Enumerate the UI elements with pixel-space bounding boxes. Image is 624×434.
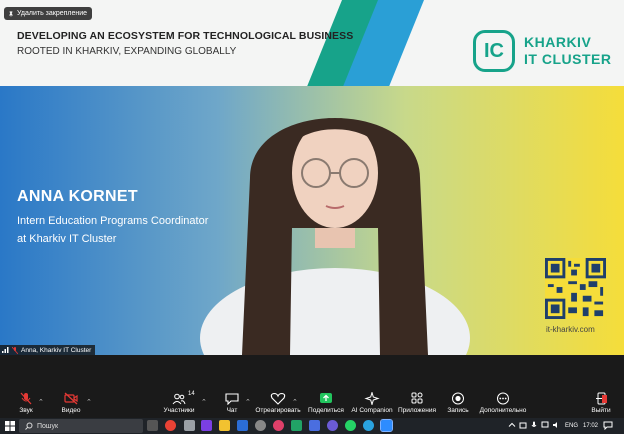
speaker-role-line1: Intern Education Programs Coordinator bbox=[17, 215, 209, 227]
muted-mic-icon bbox=[12, 346, 18, 354]
share-label: Поделиться bbox=[308, 407, 344, 414]
unpin-label: Удалить закрепление bbox=[17, 10, 88, 17]
teams-icon[interactable] bbox=[309, 420, 320, 431]
leave-icon bbox=[596, 392, 607, 405]
video-label: Видео bbox=[61, 407, 81, 414]
logo-text-line1: KHARKIV bbox=[524, 34, 592, 50]
participants-icon bbox=[172, 393, 186, 404]
participants-icon-group: 14 bbox=[166, 391, 195, 405]
viber-icon[interactable] bbox=[327, 420, 338, 431]
file-explorer-icon[interactable] bbox=[219, 420, 230, 431]
chevron-up-icon[interactable] bbox=[508, 421, 516, 429]
signal-icon bbox=[2, 347, 9, 353]
network-icon[interactable] bbox=[541, 421, 549, 429]
whatsapp-icon[interactable] bbox=[345, 420, 356, 431]
chat-icon bbox=[225, 393, 239, 405]
participant-name-tag: Anna, Kharkiv IT Cluster bbox=[0, 345, 96, 355]
more-icon bbox=[497, 392, 509, 405]
language-indicator[interactable]: ENG bbox=[565, 423, 578, 429]
chat-options-caret[interactable]: ⌃ bbox=[245, 398, 251, 406]
excel-icon[interactable] bbox=[291, 420, 302, 431]
ai-companion-label: AI Companion bbox=[351, 407, 393, 414]
video-feed: DEVELOPING AN ECOSYSTEM FOR TECHNOLOGICA… bbox=[0, 0, 624, 355]
app-icon[interactable] bbox=[273, 420, 284, 431]
react-options-caret[interactable]: ⌃ bbox=[292, 398, 298, 406]
muted-mic-icon bbox=[20, 392, 32, 405]
zoom-icon[interactable] bbox=[380, 419, 393, 432]
react-label: Отреагировать bbox=[255, 407, 301, 414]
volume-icon[interactable] bbox=[552, 421, 560, 429]
search-icon bbox=[25, 422, 33, 430]
word-icon[interactable] bbox=[237, 420, 248, 431]
leave-label: Выйти bbox=[591, 407, 611, 414]
logo-text-line2: IT CLUSTER bbox=[524, 51, 612, 67]
pin-icon bbox=[8, 10, 14, 17]
video-off-icon bbox=[64, 392, 78, 405]
qr-code bbox=[545, 258, 606, 319]
banner: DEVELOPING AN ECOSYSTEM FOR TECHNOLOGICA… bbox=[0, 0, 624, 86]
record-label: Запись bbox=[447, 407, 469, 414]
taskbar-search[interactable]: Пошук bbox=[19, 419, 143, 433]
zoom-meeting-window: DEVELOPING AN ECOSYSTEM FOR TECHNOLOGICA… bbox=[0, 0, 624, 434]
video-button[interactable]: Видео bbox=[59, 392, 83, 418]
banner-subtitle: ROOTED IN KHARKIV, EXPANDING GLOBALLY bbox=[17, 46, 237, 57]
kharkiv-it-cluster-logo: IC bbox=[473, 30, 515, 72]
participants-options-caret[interactable]: ⌃ bbox=[201, 398, 207, 406]
app-icon[interactable] bbox=[184, 420, 195, 431]
search-placeholder: Пошук bbox=[37, 422, 59, 430]
banner-title: DEVELOPING AN ECOSYSTEM FOR TECHNOLOGICA… bbox=[17, 30, 354, 42]
record-icon bbox=[452, 392, 464, 405]
notifications-icon[interactable] bbox=[603, 421, 613, 430]
task-view-icon[interactable] bbox=[147, 420, 158, 431]
apps-icon bbox=[411, 392, 423, 404]
telegram-icon[interactable] bbox=[363, 420, 374, 431]
onenote-icon[interactable] bbox=[201, 420, 212, 431]
chat-label: Чат bbox=[226, 407, 238, 414]
leave-button[interactable]: Выйти bbox=[591, 392, 611, 418]
mic-icon[interactable] bbox=[530, 421, 538, 429]
share-screen-icon bbox=[320, 393, 332, 403]
camera-icon[interactable] bbox=[519, 421, 527, 429]
heart-icon bbox=[270, 392, 286, 405]
speaker-video bbox=[200, 118, 470, 355]
video-options-caret[interactable]: ⌃ bbox=[86, 398, 92, 406]
audio-label: Звук bbox=[19, 407, 33, 414]
record-button[interactable]: Запись bbox=[446, 392, 470, 418]
windows-start-icon[interactable] bbox=[5, 421, 15, 431]
settings-icon[interactable] bbox=[255, 420, 266, 431]
more-label: Дополнительно bbox=[479, 407, 527, 414]
apps-label: Приложения bbox=[397, 407, 437, 414]
audio-button[interactable]: Звук bbox=[15, 392, 37, 418]
qr-url: it-kharkiv.com bbox=[546, 325, 595, 334]
participant-name: Anna, Kharkiv IT Cluster bbox=[21, 346, 92, 354]
audio-options-caret[interactable]: ⌃ bbox=[38, 398, 44, 406]
participants-count: 14 bbox=[188, 391, 195, 397]
share-button[interactable]: Поделиться bbox=[308, 392, 344, 418]
ai-companion-button[interactable]: AI Companion bbox=[351, 392, 393, 418]
chrome-icon[interactable] bbox=[165, 420, 176, 431]
participants-button[interactable]: 14 Участники bbox=[162, 391, 196, 418]
apps-button[interactable]: Приложения bbox=[398, 392, 436, 418]
unpin-button[interactable]: Удалить закрепление bbox=[4, 7, 93, 20]
more-button[interactable]: Дополнительно bbox=[479, 392, 527, 418]
chat-button[interactable]: Чат bbox=[224, 392, 240, 418]
participants-label: Участники bbox=[163, 407, 195, 414]
speaker-name: ANNA KORNET bbox=[17, 188, 138, 205]
speaker-role-line2: at Kharkiv IT Cluster bbox=[17, 233, 117, 245]
clock[interactable]: 17:02 bbox=[583, 423, 598, 429]
sparkle-icon bbox=[364, 392, 380, 405]
